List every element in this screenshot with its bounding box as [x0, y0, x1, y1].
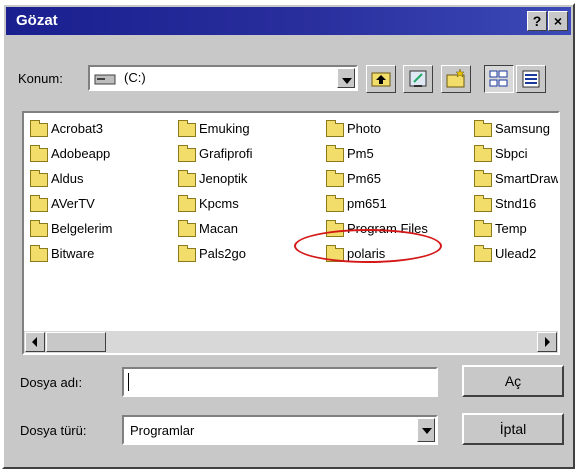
folder-item-program-files[interactable]: Program Files — [326, 219, 428, 241]
list-view-icon — [489, 70, 508, 87]
folder-icon — [474, 244, 492, 262]
folder-icon — [178, 244, 196, 262]
filename-input[interactable] — [122, 367, 438, 397]
folder-item[interactable]: SmartDraw — [474, 169, 558, 191]
folder-item[interactable]: pm651 — [326, 194, 387, 216]
folder-item[interactable]: Pm5 — [326, 144, 374, 166]
drive-icon — [94, 74, 116, 85]
filetype-combo[interactable]: Programlar — [122, 415, 438, 445]
folder-icon — [474, 119, 492, 137]
folder-item[interactable]: Photo — [326, 119, 381, 141]
desktop-button[interactable] — [403, 65, 433, 93]
folder-icon — [326, 144, 344, 162]
scroll-left-button[interactable] — [25, 332, 45, 352]
folder-item[interactable]: Bitware — [30, 244, 94, 266]
up-folder-icon — [371, 72, 391, 87]
folder-item[interactable]: Adobeapp — [30, 144, 110, 166]
file-list[interactable]: Acrobat3 Adobeapp Aldus AVerTV Belgeleri… — [22, 111, 560, 355]
folder-icon — [30, 144, 48, 162]
horizontal-scrollbar[interactable] — [24, 331, 558, 353]
folder-icon — [474, 144, 492, 162]
folder-icon — [30, 169, 48, 187]
folder-item[interactable]: Sbpci — [474, 144, 528, 166]
folder-item[interactable]: polaris — [326, 244, 385, 266]
dialog-title: Gözat — [16, 12, 58, 29]
cancel-button[interactable]: İptal — [462, 413, 564, 445]
folder-icon — [178, 144, 196, 162]
folder-item[interactable]: Belgelerim — [30, 219, 112, 241]
folder-icon — [474, 194, 492, 212]
folder-item[interactable]: Acrobat3 — [30, 119, 103, 141]
folder-item[interactable]: Grafiprofi — [178, 144, 252, 166]
folder-icon — [326, 194, 344, 212]
folder-icon — [474, 169, 492, 187]
location-dropdown-arrow[interactable] — [337, 68, 355, 88]
folder-icon — [30, 219, 48, 237]
location-value: (C:) — [124, 70, 146, 85]
folder-item[interactable]: Jenoptik — [178, 169, 247, 191]
folder-icon — [30, 244, 48, 262]
folder-icon — [30, 194, 48, 212]
folder-item[interactable]: AVerTV — [30, 194, 95, 216]
details-view-button[interactable] — [516, 65, 546, 93]
text-cursor — [128, 373, 129, 391]
folder-icon — [326, 219, 344, 237]
folder-icon — [326, 169, 344, 187]
filetype-value: Programlar — [130, 423, 195, 438]
filetype-label: Dosya türü: — [20, 423, 87, 438]
folder-item[interactable]: Kpcms — [178, 194, 239, 216]
folder-icon — [474, 219, 492, 237]
folder-icon — [30, 119, 48, 137]
folder-item[interactable]: Aldus — [30, 169, 84, 191]
new-folder-button[interactable] — [441, 65, 471, 93]
folder-icon — [178, 169, 196, 187]
title-bar: Gözat ? × — [6, 7, 571, 35]
desktop-icon — [409, 70, 427, 87]
close-button[interactable]: × — [548, 11, 568, 31]
filename-label: Dosya adı: — [20, 375, 83, 390]
folder-icon — [178, 194, 196, 212]
folder-item[interactable]: Stnd16 — [474, 194, 536, 216]
scroll-thumb[interactable] — [46, 332, 106, 352]
new-folder-icon — [446, 68, 465, 88]
location-label: Konum: — [18, 71, 63, 86]
scroll-right-button[interactable] — [537, 332, 557, 352]
filetype-dropdown-arrow[interactable] — [417, 418, 435, 442]
folder-icon — [178, 119, 196, 137]
folder-item[interactable]: Pm65 — [326, 169, 381, 191]
arrow-right-icon — [545, 337, 550, 347]
folder-item[interactable]: Ulead2 — [474, 244, 536, 266]
folder-item[interactable]: Pals2go — [178, 244, 246, 266]
folder-item[interactable]: Samsung — [474, 119, 550, 141]
folder-icon — [326, 119, 344, 137]
browse-dialog: Gözat ? × Konum: (C:) Acrobat3 Adobeapp … — [2, 3, 575, 469]
details-view-icon — [522, 70, 540, 88]
folder-item[interactable]: Temp — [474, 219, 527, 241]
folder-icon — [178, 219, 196, 237]
up-one-level-button[interactable] — [366, 65, 396, 93]
location-combo[interactable]: (C:) — [88, 65, 358, 91]
folder-item[interactable]: Emuking — [178, 119, 250, 141]
folder-icon — [326, 244, 344, 262]
help-button[interactable]: ? — [527, 11, 547, 31]
arrow-left-icon — [32, 337, 37, 347]
folder-item[interactable]: Macan — [178, 219, 238, 241]
list-view-button[interactable] — [484, 65, 514, 93]
open-button[interactable]: Aç — [462, 365, 564, 397]
